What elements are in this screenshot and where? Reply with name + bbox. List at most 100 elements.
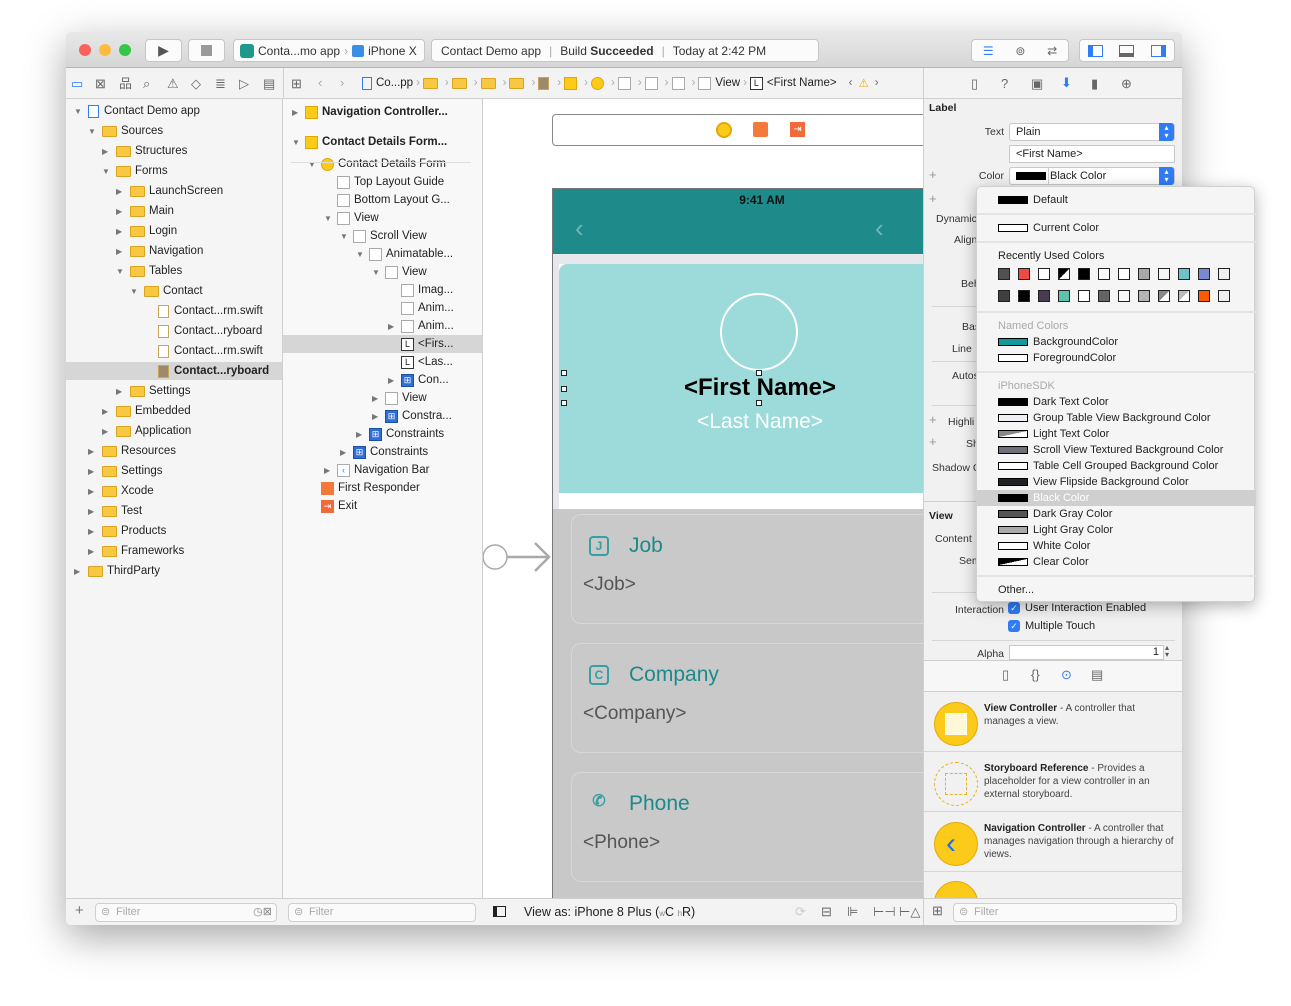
library-item[interactable]: View Controller - A controller that mana… [924, 692, 1182, 752]
sdk-color-option[interactable]: Group Table View Background Color [977, 410, 1256, 426]
zoom-button[interactable] [119, 44, 131, 56]
breakpoint-navigator-icon[interactable]: ▷ [239, 77, 249, 91]
inspector-toggle-icon[interactable] [1150, 44, 1166, 57]
identity-inspector-icon[interactable]: ▣ [1031, 77, 1043, 91]
navigator-item[interactable]: ▶ Test [66, 502, 282, 520]
disclosure-collapsed-icon[interactable]: ▶ [88, 487, 94, 496]
iphone-scene[interactable]: 9:41 AM ‹ ‹ <First Name> <Last Name> J Jo… [552, 188, 923, 925]
outline-item[interactable]: Top Layout Guide [283, 173, 482, 191]
view-controller-icon[interactable] [716, 122, 732, 138]
disclosure-collapsed-icon[interactable]: ▶ [102, 427, 108, 436]
file-template-icon[interactable]: ▯ [1002, 668, 1009, 682]
scheme-selector[interactable]: Conta...mo app › iPhone X [233, 39, 425, 62]
align-icon[interactable]: ⊫ [847, 905, 858, 919]
debug-navigator-icon[interactable]: ≣ [215, 77, 226, 91]
recent-color-swatch[interactable] [1038, 268, 1050, 280]
disclosure-collapsed-icon[interactable]: ▶ [88, 447, 94, 456]
disclosure-collapsed-icon[interactable]: ▶ [388, 376, 394, 385]
navigator-item[interactable]: ▼ Sources [66, 122, 282, 140]
disclosure-collapsed-icon[interactable]: ▶ [88, 527, 94, 536]
outline-item[interactable]: ▶ View [283, 389, 482, 407]
disclosure-expanded-icon[interactable]: ▼ [74, 107, 82, 116]
outline-item[interactable]: ▶ ⊞ Constraints [283, 443, 482, 461]
recent-color-swatch[interactable] [998, 290, 1010, 302]
outline-item[interactable]: ▼ View [283, 209, 482, 227]
navigator-item[interactable]: ▶ Application [66, 422, 282, 440]
outline-item[interactable]: Bottom Layout G... [283, 191, 482, 209]
navigator-item[interactable]: ▶ Structures [66, 142, 282, 160]
warning-icon[interactable]: ⚠ [858, 76, 868, 90]
text-value-field[interactable]: <First Name> [1009, 145, 1175, 163]
recent-color-swatch[interactable] [1078, 268, 1090, 280]
disclosure-collapsed-icon[interactable]: ▶ [388, 322, 394, 331]
disclosure-collapsed-icon[interactable]: ▶ [116, 227, 122, 236]
sdk-color-option[interactable]: Scroll View Textured Background Color [977, 442, 1256, 458]
navigator-item[interactable]: ▼ Contact Demo app [66, 102, 282, 120]
recent-color-swatch[interactable] [998, 268, 1010, 280]
chevron-left-icon[interactable]: ‹ [875, 213, 884, 244]
view-as-button[interactable]: View as: iPhone 8 Plus (wC hR) [524, 905, 695, 919]
add-variation-icon[interactable]: + [929, 434, 937, 449]
outline-item[interactable]: ▶ ⊞ Constra... [283, 407, 482, 425]
media-library-icon[interactable]: ▤ [1091, 668, 1103, 682]
exit-icon[interactable]: ⇥ [790, 122, 805, 137]
related-items-icon[interactable]: ⊞ [291, 77, 302, 91]
disclosure-collapsed-icon[interactable]: ▶ [88, 547, 94, 556]
debug-toggle-icon[interactable] [1119, 44, 1135, 57]
navigator-item[interactable]: ▶ Settings [66, 462, 282, 480]
issue-navigator-icon[interactable]: ⚠ [167, 77, 179, 91]
navigator-item[interactable]: ▶ Navigation [66, 242, 282, 260]
outline-item[interactable]: ▶ Navigation Controller... [283, 103, 482, 121]
project-navigator-icon[interactable]: ▭ [71, 77, 83, 91]
outline-item[interactable]: ▼ Scroll View [283, 227, 482, 245]
recent-color-swatch[interactable] [1018, 290, 1030, 302]
disclosure-collapsed-icon[interactable]: ▶ [102, 147, 108, 156]
named-color-option[interactable]: ForegroundColor [977, 350, 1256, 366]
navigator-item[interactable]: Contact...rm.swift [66, 342, 282, 360]
resize-handle[interactable] [756, 370, 762, 376]
outline-item[interactable]: ▼ Animatable... [283, 245, 482, 263]
first-name-label[interactable]: <First Name> [559, 374, 923, 402]
recent-color-swatch[interactable] [1158, 268, 1170, 280]
disclosure-collapsed-icon[interactable]: ▶ [102, 407, 108, 416]
navigator-item[interactable]: ▶ Embedded [66, 402, 282, 420]
outline-item[interactable]: ▶ ⊞ Constraints [283, 425, 482, 443]
add-constraints-icon[interactable]: ⊢⊣ [873, 905, 896, 919]
recent-color-swatch[interactable] [1098, 290, 1110, 302]
navigator-item[interactable]: ▼ Forms [66, 162, 282, 180]
outline-item[interactable]: First Responder [283, 479, 482, 497]
disclosure-collapsed-icon[interactable]: ▶ [340, 448, 346, 457]
connections-inspector-icon[interactable]: ⊕ [1121, 77, 1132, 91]
recent-color-swatch[interactable] [1198, 290, 1210, 302]
recent-color-swatch[interactable] [1218, 290, 1230, 302]
assistant-editor-icon[interactable]: ⊚ [1015, 44, 1025, 58]
outline-item[interactable]: L <Firs... [283, 335, 482, 353]
navigator-item[interactable]: ▼ Contact [66, 282, 282, 300]
alpha-stepper[interactable]: ▴ ▾ [1165, 644, 1169, 659]
outline-item[interactable]: ▼ Contact Details Form... [283, 133, 482, 151]
field-card[interactable]: J Job <Job> [571, 514, 923, 624]
resize-handle[interactable] [561, 400, 567, 406]
jump-project[interactable]: Co...pp [376, 77, 413, 89]
disclosure-expanded-icon[interactable]: ▼ [340, 232, 348, 241]
field-card[interactable]: C Company <Company> [571, 643, 923, 753]
navigator-item[interactable]: ▶ ThirdParty [66, 562, 282, 580]
grid-view-icon[interactable]: ⊞ [932, 904, 943, 918]
jump-view[interactable]: View [715, 77, 740, 89]
version-editor-icon[interactable]: ⇄ [1047, 44, 1057, 58]
object-library-icon[interactable]: ⊙ [1061, 668, 1072, 682]
disclosure-collapsed-icon[interactable]: ▶ [88, 467, 94, 476]
jump-bar[interactable]: Co...pp › › › › › › › › › › › View › L <F… [362, 76, 879, 90]
run-button[interactable]: ▶ [145, 39, 182, 62]
disclosure-collapsed-icon[interactable]: ▶ [116, 247, 122, 256]
jump-label[interactable]: <First Name> [767, 77, 837, 89]
text-type-select[interactable]: Plain ▴ ▾ [1009, 123, 1175, 141]
recent-color-swatch[interactable] [1218, 268, 1230, 280]
disclosure-expanded-icon[interactable]: ▼ [356, 250, 364, 259]
disclosure-expanded-icon[interactable]: ▼ [88, 127, 96, 136]
field-card[interactable]: ✆ Phone <Phone> [571, 772, 923, 882]
multiple-touch-checkbox[interactable]: ✓ Multiple Touch [1008, 620, 1095, 632]
recent-color-swatch[interactable] [1118, 290, 1130, 302]
disclosure-expanded-icon[interactable]: ▼ [130, 287, 138, 296]
disclosure-expanded-icon[interactable]: ▼ [116, 267, 124, 276]
